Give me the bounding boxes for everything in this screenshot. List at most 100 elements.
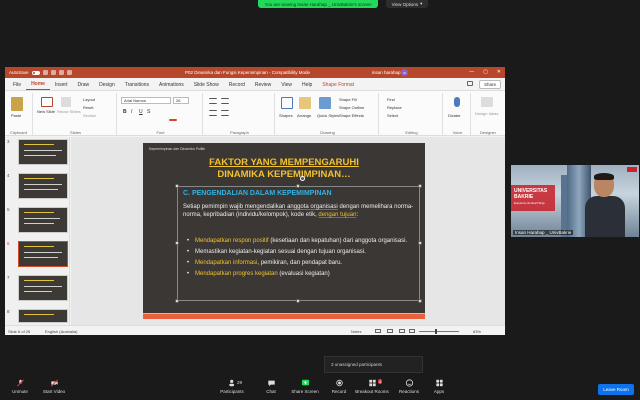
numbering-icon[interactable] (221, 98, 229, 104)
shape-effects-button[interactable]: Shape Effects (339, 113, 364, 118)
participants-button[interactable]: Participants (214, 379, 250, 394)
slide-thumbnail[interactable] (18, 309, 68, 323)
align-center-icon[interactable] (221, 110, 229, 116)
tab-transitions[interactable]: Transitions (120, 82, 154, 90)
font-size-select[interactable]: 26 (173, 97, 189, 104)
chat-button[interactable]: Chat (253, 379, 289, 394)
notes-button[interactable]: Notes (351, 329, 361, 334)
tab-view[interactable]: View (276, 82, 297, 90)
tab-insert[interactable]: Insert (50, 82, 73, 90)
apps-button[interactable]: Apps (421, 379, 457, 394)
resize-handle[interactable] (175, 184, 179, 188)
reuse-slides-label[interactable]: Reuse Slides (57, 109, 81, 114)
share-button[interactable]: Share (478, 80, 501, 89)
zoom-level[interactable]: 63% (473, 329, 481, 334)
share-banner[interactable]: You are viewing Insan Harahap _ UnivBakr… (258, 0, 378, 8)
select-button[interactable]: Select (387, 113, 398, 118)
reuse-slides-icon[interactable] (61, 97, 71, 107)
font-name-select[interactable]: Arial Narrow (121, 97, 171, 104)
start-video-button[interactable]: Start Video (36, 379, 72, 394)
italic-icon[interactable]: I (131, 109, 132, 115)
reset-button[interactable]: Reset (83, 105, 93, 110)
resize-handle[interactable] (175, 241, 179, 245)
resize-handle[interactable] (418, 184, 422, 188)
shadow-icon[interactable]: S (147, 109, 150, 115)
tab-home[interactable]: Home (26, 81, 50, 90)
save-icon[interactable] (42, 70, 48, 75)
tab-record[interactable]: Record (224, 82, 250, 90)
maximize-icon[interactable]: ▢ (483, 69, 488, 75)
current-slide[interactable]: Kepemimpinan dan Dinamika Politik FAKTOR… (143, 143, 425, 319)
leave-room-button[interactable]: Leave Room (598, 384, 634, 395)
share-screen-button[interactable]: Share Screen (287, 379, 323, 394)
new-slide-icon[interactable] (41, 97, 53, 107)
bullets-icon[interactable] (209, 98, 217, 104)
tab-draw[interactable]: Draw (72, 82, 94, 90)
slide-thumbnail[interactable] (18, 275, 68, 301)
quick-styles-icon[interactable] (319, 97, 331, 109)
avatar[interactable]: IH (401, 69, 408, 76)
align-left-icon[interactable] (209, 110, 217, 116)
font-color-icon[interactable] (169, 119, 177, 121)
redo-icon[interactable] (58, 70, 64, 75)
unmute-button[interactable]: Unmute (2, 379, 38, 394)
find-button[interactable]: Find (387, 97, 395, 102)
slide-canvas[interactable]: Kepemimpinan dan Dinamika Politik FAKTOR… (71, 137, 505, 325)
shapes-icon[interactable] (281, 97, 293, 109)
slide-thumbnails[interactable]: 3 4 5 6 7 8 (5, 137, 70, 325)
zoom-slider[interactable] (419, 331, 459, 332)
arrange-icon[interactable] (299, 97, 311, 109)
normal-view-icon[interactable] (375, 329, 381, 333)
slide-thumbnail[interactable] (18, 173, 68, 199)
minimize-icon[interactable]: — (469, 69, 474, 75)
dictate-label[interactable]: Dictate (448, 113, 460, 118)
undo-icon[interactable] (50, 70, 56, 75)
arrange-label[interactable]: Arrange (297, 113, 311, 118)
design-ideas-label[interactable]: Design Ideas (475, 111, 498, 116)
section-button[interactable]: Section (83, 113, 96, 118)
new-slide-label[interactable]: New Slide (37, 109, 55, 114)
close-icon[interactable]: ✕ (497, 69, 501, 75)
underline-icon[interactable]: U (139, 109, 143, 115)
rotate-handle[interactable] (300, 176, 305, 181)
view-options-button[interactable]: View Options ▾ (386, 0, 428, 8)
tab-help[interactable]: Help (297, 82, 317, 90)
resize-handle[interactable] (175, 299, 179, 303)
tab-design[interactable]: Design (94, 82, 120, 90)
breakout-rooms-button[interactable]: Breakout Rooms (352, 379, 392, 394)
slide-thumbnail[interactable] (18, 207, 68, 233)
reading-view-icon[interactable] (399, 329, 405, 333)
design-ideas-icon[interactable] (481, 97, 493, 107)
replace-button[interactable]: Replace (387, 105, 402, 110)
paste-icon[interactable] (11, 97, 23, 111)
layout-button[interactable]: Layout (83, 97, 95, 102)
slide-title[interactable]: FAKTOR YANG MEMPENGARUHI DINAMIKA KEPEMI… (143, 157, 425, 181)
resize-handle[interactable] (418, 299, 422, 303)
resize-handle[interactable] (418, 241, 422, 245)
tab-slide-show[interactable]: Slide Show (189, 82, 224, 90)
tab-file[interactable]: File (8, 82, 26, 90)
tab-shape-format[interactable]: Shape Format (317, 82, 359, 90)
presenter-video-tile[interactable]: UNIVERSITAS BAKRIE Experience the Real T… (511, 165, 639, 237)
slide-thumbnail-selected[interactable] (18, 241, 68, 267)
shapes-label[interactable]: Shapes (279, 113, 293, 118)
shape-outline-button[interactable]: Shape Outline (339, 105, 364, 110)
present-icon[interactable] (66, 70, 72, 75)
unassigned-participants-popup[interactable]: 3 unassigned participants (324, 356, 423, 373)
resize-handle[interactable] (296, 184, 300, 188)
zoom-slider-knob[interactable] (435, 329, 437, 334)
slideshow-icon[interactable] (409, 329, 415, 333)
comment-icon[interactable] (467, 81, 473, 86)
shape-fill-button[interactable]: Shape Fill (339, 97, 357, 102)
slide-thumbnail[interactable] (18, 139, 68, 165)
resize-handle[interactable] (296, 299, 300, 303)
tab-animations[interactable]: Animations (154, 82, 189, 90)
microphone-icon[interactable] (454, 97, 460, 107)
slide-sorter-icon[interactable] (387, 329, 393, 333)
autosave-toggle[interactable] (31, 70, 40, 75)
bold-icon[interactable]: B (123, 109, 127, 115)
quick-styles-label[interactable]: Quick Styles (317, 113, 339, 118)
user-name[interactable]: insan harahap (372, 70, 401, 75)
tab-review[interactable]: Review (250, 82, 276, 90)
language-indicator[interactable]: English (Australia) (45, 329, 77, 334)
